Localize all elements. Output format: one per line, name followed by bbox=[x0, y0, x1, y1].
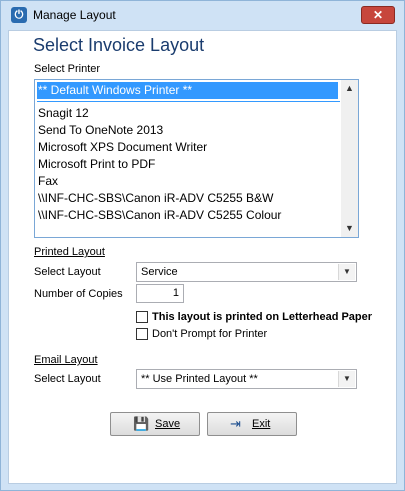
printer-listbox[interactable]: ** Default Windows Printer ** Snagit 12 … bbox=[34, 79, 359, 238]
page-title: Select Invoice Layout bbox=[33, 35, 205, 55]
printer-list-item[interactable]: Microsoft XPS Document Writer bbox=[37, 139, 338, 156]
save-button-label: Save bbox=[155, 418, 181, 430]
close-button[interactable]: ✕ bbox=[361, 6, 395, 24]
printer-list-item[interactable]: Fax bbox=[37, 173, 338, 190]
printed-layout-value: Service bbox=[141, 266, 178, 278]
letterhead-checkbox[interactable] bbox=[136, 311, 148, 323]
title-bar[interactable]: ⏻ Manage Layout ✕ bbox=[1, 1, 404, 29]
exit-button[interactable]: ⇥ Exit bbox=[207, 412, 297, 436]
exit-door-icon: ⇥ bbox=[230, 416, 241, 431]
copies-label: Number of Copies bbox=[34, 288, 123, 300]
printer-list-item[interactable]: \\INF-CHC-SBS\Canon iR-ADV C5255 B&W bbox=[37, 190, 338, 207]
email-select-layout-label: Select Layout bbox=[34, 373, 101, 385]
letterhead-label[interactable]: This layout is printed on Letterhead Pap… bbox=[152, 311, 372, 323]
scroll-up-icon[interactable]: ▲ bbox=[341, 80, 358, 97]
window-title: Manage Layout bbox=[33, 8, 116, 22]
scroll-down-icon[interactable]: ▼ bbox=[341, 220, 358, 237]
no-prompt-label[interactable]: Don't Prompt for Printer bbox=[152, 328, 267, 340]
chevron-down-icon[interactable]: ▼ bbox=[338, 264, 355, 280]
save-button[interactable]: 💾 Save bbox=[110, 412, 200, 436]
email-layout-select[interactable]: ** Use Printed Layout ** ▼ bbox=[136, 369, 357, 389]
printed-layout-section-label: Printed Layout bbox=[34, 246, 105, 258]
copies-input[interactable]: 1 bbox=[136, 284, 184, 303]
printed-layout-select[interactable]: Service ▼ bbox=[136, 262, 357, 282]
select-printer-label: Select Printer bbox=[34, 63, 101, 75]
printer-list-item[interactable]: Send To OneNote 2013 bbox=[37, 122, 338, 139]
printer-list-item[interactable]: Snagit 12 bbox=[37, 105, 338, 122]
power-icon: ⏻ bbox=[11, 7, 27, 23]
exit-button-label: Exit bbox=[252, 418, 271, 430]
email-layout-section-label: Email Layout bbox=[34, 354, 98, 366]
printer-list-scrollbar[interactable]: ▲ ▼ bbox=[341, 80, 358, 237]
printed-select-layout-label: Select Layout bbox=[34, 266, 101, 278]
email-layout-value: ** Use Printed Layout ** bbox=[141, 373, 258, 385]
list-separator bbox=[37, 101, 340, 102]
floppy-disk-icon: 💾 bbox=[133, 416, 150, 431]
no-prompt-checkbox[interactable] bbox=[136, 328, 148, 340]
manage-layout-window: ⏻ Manage Layout ✕ Select Invoice Layout … bbox=[0, 0, 405, 491]
printer-list-item[interactable]: ** Default Windows Printer ** bbox=[37, 82, 338, 99]
printer-list-item[interactable]: \\INF-CHC-SBS\Canon iR-ADV C5255 Colour bbox=[37, 207, 338, 224]
chevron-down-icon[interactable]: ▼ bbox=[338, 371, 355, 387]
printer-list-item[interactable]: Microsoft Print to PDF bbox=[37, 156, 338, 173]
